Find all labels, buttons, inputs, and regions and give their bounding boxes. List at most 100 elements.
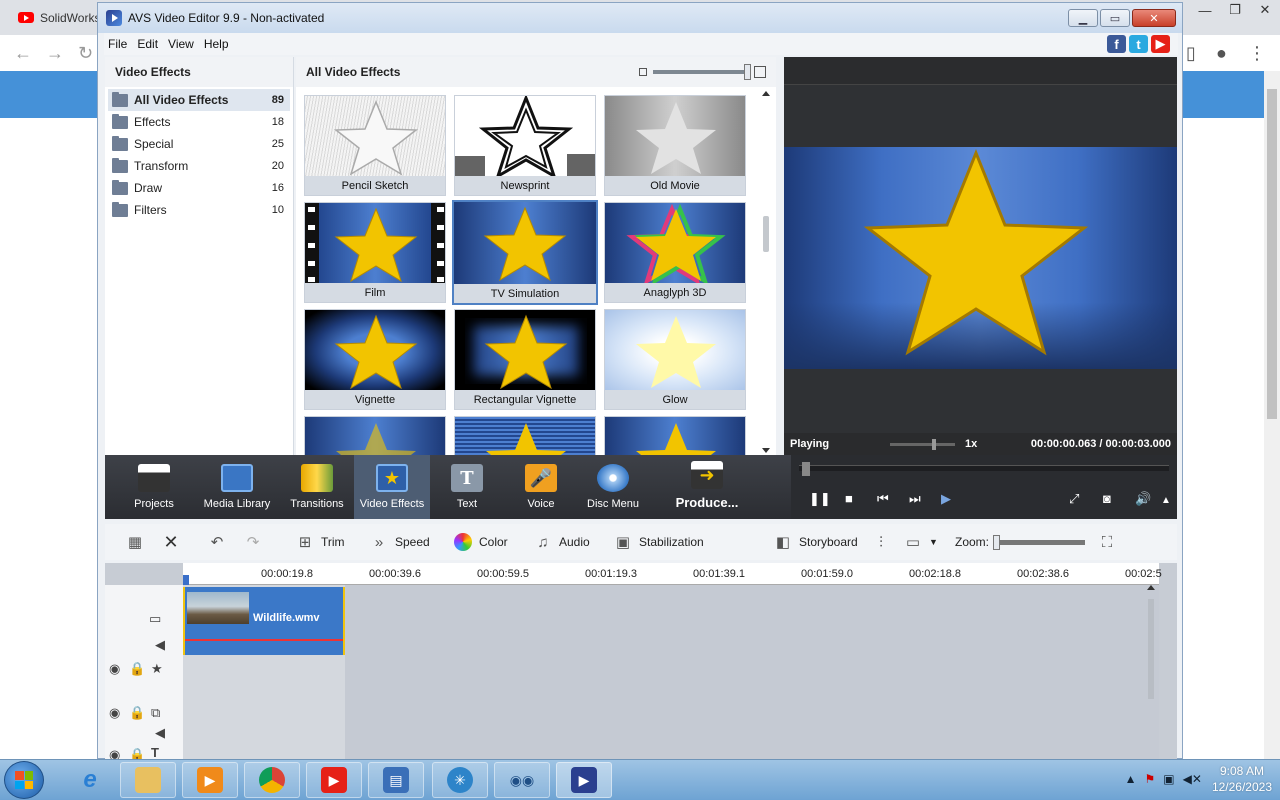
gallery-scroll-thumb[interactable] (763, 216, 769, 252)
view-mode-button[interactable]: ▭ ▼ (903, 532, 938, 552)
timeline-ruler[interactable]: 00:00:19.8 00:00:39.6 00:00:59.5 00:01:1… (183, 563, 1162, 585)
thumbnail-size-slider[interactable] (639, 64, 766, 80)
next-frame-icon[interactable]: ⏭ (909, 491, 921, 507)
play-range-icon[interactable]: ▶ (941, 491, 951, 507)
zoom-knob[interactable] (993, 534, 1001, 550)
page-scrollbar-thumb[interactable] (1267, 89, 1277, 419)
trim-button[interactable]: ⊞ Trim (295, 532, 345, 552)
sidebar-icon[interactable]: ▯ (1186, 43, 1196, 64)
visibility-eye-icon[interactable]: ◉ (109, 705, 120, 721)
video-clip[interactable]: Wildlife.wmv (183, 587, 345, 655)
timeline-scrollbar[interactable] (1145, 585, 1157, 715)
previous-frame-icon[interactable]: ⏮ (877, 491, 889, 507)
lock-icon[interactable]: 🔒 (129, 705, 145, 721)
category-effects[interactable]: Effects 18 (108, 111, 290, 133)
scroll-down-icon[interactable] (762, 448, 770, 453)
effect-partial-2[interactable] (454, 416, 596, 455)
menu-help[interactable]: Help (204, 37, 229, 51)
effect-tv-simulation[interactable]: TV Simulation (452, 200, 598, 305)
minimize-button[interactable]: ▁ (1068, 9, 1098, 27)
undo-button[interactable]: ↶ (207, 532, 227, 552)
taskbar-avs-video-editor[interactable]: ▶ (556, 762, 612, 798)
stop-icon[interactable]: ■ (845, 491, 853, 506)
menu-view[interactable]: View (168, 37, 194, 51)
ribbon-projects[interactable]: Projects (125, 455, 183, 519)
effect-pencil-sketch[interactable]: Pencil Sketch (304, 95, 446, 196)
effect-partial-3[interactable] (604, 416, 746, 455)
effect-glow[interactable]: Glow (604, 309, 746, 410)
ribbon-video-effects[interactable]: ★ Video Effects (354, 455, 430, 519)
taskbar-eyes-app[interactable]: ◉◉ (494, 762, 550, 798)
effect-partial-1[interactable] (304, 416, 446, 455)
playhead[interactable] (183, 575, 189, 585)
playback-speed-slider[interactable] (890, 438, 955, 450)
taskbar-snowflake-app[interactable]: ✳ (432, 762, 488, 798)
stabilization-button[interactable]: ▣ Stabilization (613, 532, 704, 552)
effect-rectangular-vignette[interactable]: Rectangular Vignette (454, 309, 596, 410)
delete-button[interactable]: ✕ (161, 532, 181, 552)
maximize-button[interactable]: ▭ (1100, 9, 1130, 27)
menu-edit[interactable]: Edit (137, 37, 158, 51)
effect-newsprint[interactable]: Newsprint (454, 95, 596, 196)
profile-icon[interactable]: ● (1216, 43, 1227, 64)
ribbon-text[interactable]: T Text (445, 455, 489, 519)
effect-film[interactable]: Film (304, 202, 446, 303)
twitter-icon[interactable]: t (1129, 35, 1148, 53)
forward-icon[interactable]: → (46, 43, 64, 64)
category-transform[interactable]: Transform 20 (108, 155, 290, 177)
mute-icon[interactable]: ◀ (155, 725, 165, 741)
flag-alert-icon[interactable]: ⚑ (1145, 772, 1156, 786)
audio-button[interactable]: ♫ Audio (533, 532, 589, 552)
pause-icon[interactable]: ❚❚ (809, 491, 831, 507)
sound-muted-icon[interactable]: ◀✕ (1183, 772, 1202, 786)
page-scrollbar[interactable] (1264, 71, 1280, 759)
split-button[interactable]: ▦ (125, 532, 145, 552)
thumbnail-size-track[interactable] (653, 64, 751, 80)
storyboard-button[interactable]: ◧ Storyboard (773, 532, 858, 552)
taskbar-explorer[interactable] (120, 762, 176, 798)
fit-zoom-icon[interactable]: ⛶ (1097, 532, 1117, 552)
timeline-scroll-thumb[interactable] (1148, 599, 1154, 699)
volume-icon[interactable]: 🔊 (1135, 491, 1151, 507)
ribbon-voice[interactable]: 🎤 Voice (519, 455, 563, 519)
ribbon-disc-menu[interactable]: Disc Menu (583, 455, 643, 519)
category-filters[interactable]: Filters 10 (108, 199, 290, 221)
snapshot-icon[interactable]: ◙ (1103, 491, 1111, 506)
browser-restore-button[interactable]: ❐ (1220, 0, 1250, 20)
browser-menu-icon[interactable]: ⋮ (1248, 43, 1266, 64)
clock[interactable]: 9:08 AM 12/26/2023 (1212, 763, 1272, 795)
taskbar-network[interactable]: ▤ (368, 762, 424, 798)
network-icon[interactable]: ▣ (1163, 772, 1174, 786)
browser-minimize-button[interactable]: — (1190, 0, 1220, 20)
mute-icon[interactable]: ◀ (155, 637, 165, 653)
fullscreen-icon[interactable]: ⤢ (1069, 491, 1079, 507)
taskbar-ie[interactable]: e (62, 762, 118, 798)
redo-button[interactable]: ↷ (243, 532, 263, 552)
scroll-up-icon[interactable] (762, 91, 770, 96)
menu-file[interactable]: File (108, 37, 127, 51)
visibility-eye-icon[interactable]: ◉ (109, 661, 120, 677)
ribbon-transitions[interactable]: Transitions (285, 455, 349, 519)
seek-bar[interactable] (799, 462, 1169, 476)
close-button[interactable]: ✕ (1132, 9, 1176, 27)
category-special[interactable]: Special 25 (108, 133, 290, 155)
volume-expand-icon[interactable]: ▲ (1161, 495, 1171, 506)
start-button[interactable] (4, 761, 44, 799)
taskbar-youtube[interactable]: ▶ (306, 762, 362, 798)
reload-icon[interactable]: ↻ (78, 43, 93, 64)
effect-anaglyph-3d[interactable]: Anaglyph 3D (604, 202, 746, 303)
speed-button[interactable]: » Speed (369, 532, 430, 552)
track-area[interactable]: Wildlife.wmv (183, 585, 1159, 760)
taskbar-chrome[interactable] (244, 762, 300, 798)
category-all-video-effects[interactable]: All Video Effects 89 (108, 89, 290, 111)
ribbon-media-library[interactable]: Media Library (201, 455, 273, 519)
thumbnail-size-knob[interactable] (744, 64, 751, 80)
zoom-slider[interactable] (993, 534, 1086, 550)
category-draw[interactable]: Draw 16 (108, 177, 290, 199)
taskbar-media-player[interactable]: ▶ (182, 762, 238, 798)
ribbon-produce[interactable]: ➜ Produce... (671, 455, 743, 519)
lock-icon[interactable]: 🔒 (129, 661, 145, 677)
color-button[interactable]: Color (453, 532, 508, 552)
scroll-up-icon[interactable] (1147, 585, 1155, 590)
show-hidden-icons-icon[interactable]: ▲ (1125, 772, 1137, 786)
